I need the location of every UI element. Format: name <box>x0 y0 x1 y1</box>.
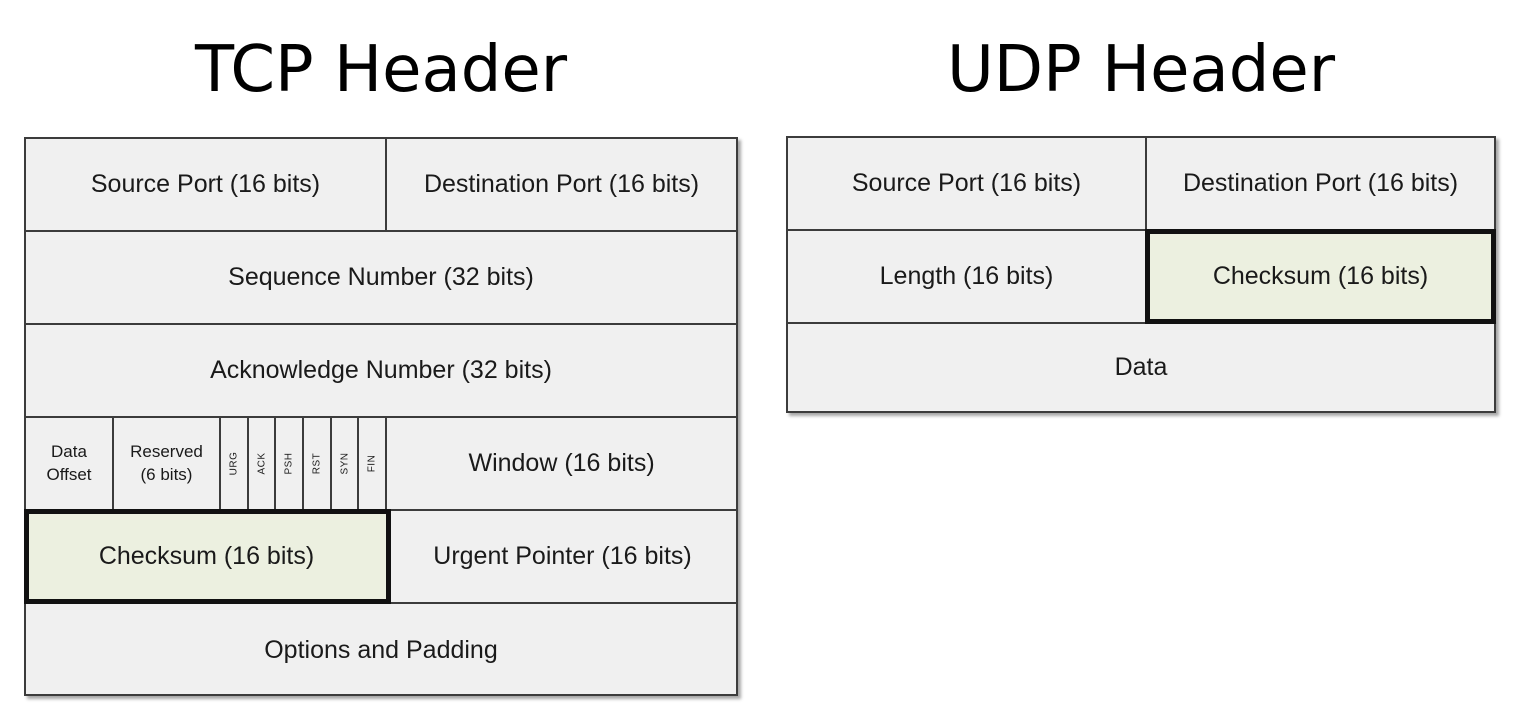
tcp-data-offset: Data Offset <box>26 418 114 509</box>
tcp-row-acknowledge: Acknowledge Number (32 bits) <box>26 325 736 418</box>
tcp-flag-fin: FIN <box>359 418 388 509</box>
tcp-destination-port: Destination Port (16 bits) <box>423 170 700 198</box>
tcp-acknowledge-number: Acknowledge Number (32 bits) <box>210 356 552 384</box>
tcp-sequence-number: Sequence Number (32 bits) <box>228 263 534 291</box>
tcp-window: Window (16 bits) <box>468 449 655 477</box>
udp-header-title: UDP Header <box>946 33 1336 107</box>
tcp-flag-psh: PSH <box>276 418 305 509</box>
udp-destination-port: Destination Port (16 bits) <box>1182 169 1459 197</box>
tcp-flag-urg: URG <box>221 418 249 509</box>
tcp-source-port: Source Port (16 bits) <box>26 139 387 230</box>
tcp-urgent-pointer: Urgent Pointer (16 bits) <box>433 542 692 570</box>
udp-header-table: Source Port (16 bits) Destination Port (… <box>786 136 1496 413</box>
tcp-header-title: TCP Header <box>195 33 567 107</box>
tcp-header-table: Source Port (16 bits) Destination Port (… <box>24 137 738 696</box>
tcp-row-ports: Source Port (16 bits) Destination Port (… <box>26 139 736 232</box>
udp-row-ports: Source Port (16 bits) Destination Port (… <box>788 138 1494 231</box>
udp-data: Data <box>1114 353 1168 381</box>
tcp-row-flags-window: Data Offset Reserved (6 bits) URG ACK PS… <box>26 418 736 511</box>
tcp-flag-syn: SYN <box>332 418 360 509</box>
udp-row-length-checksum: Length (16 bits) Checksum (16 bits) <box>788 229 1496 324</box>
tcp-options-padding: Options and Padding <box>264 636 498 664</box>
tcp-checksum: Checksum (16 bits) <box>24 509 391 604</box>
tcp-flag-ack: ACK <box>249 418 277 509</box>
udp-row-data: Data <box>788 324 1494 411</box>
tcp-row-checksum: Checksum (16 bits) Urgent Pointer (16 bi… <box>24 509 736 604</box>
tcp-reserved: Reserved (6 bits) <box>114 418 221 509</box>
udp-source-port: Source Port (16 bits) <box>788 138 1147 229</box>
tcp-flag-rst: RST <box>304 418 332 509</box>
tcp-row-options: Options and Padding <box>26 604 736 697</box>
tcp-row-sequence: Sequence Number (32 bits) <box>26 232 736 325</box>
udp-checksum: Checksum (16 bits) <box>1145 229 1496 324</box>
udp-length: Length (16 bits) <box>788 231 1147 322</box>
